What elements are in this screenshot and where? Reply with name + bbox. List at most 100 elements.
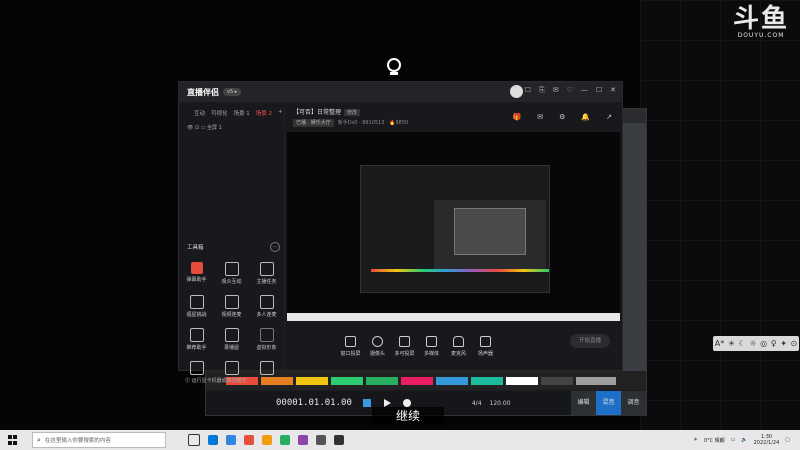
overlay-tool-1[interactable]: ☀ xyxy=(728,339,735,348)
tool-extra-1[interactable] xyxy=(179,361,214,377)
daw-bpm[interactable]: 120.00 xyxy=(490,400,511,407)
tool-recommend[interactable]: 推荐助手 xyxy=(179,328,214,351)
search-placeholder: 在这里输入你要搜索的内容 xyxy=(44,438,111,444)
windows-start-icon[interactable] xyxy=(8,435,18,445)
notification-icon[interactable]: ▢ xyxy=(785,437,790,443)
copy-icon[interactable]: ⎘ xyxy=(539,86,545,95)
toolbox-more-button[interactable]: ··· xyxy=(270,242,280,252)
room-meta: 已播 · 娱乐大厅 新手Dz0 · 8810513 · 🔥8850 xyxy=(293,119,408,127)
overlay-tool-5[interactable]: ♀ xyxy=(771,339,777,348)
nested-track-colors xyxy=(371,269,549,272)
game-icon xyxy=(189,361,204,375)
track-chip[interactable] xyxy=(296,377,328,385)
speaker-button[interactable]: 扬声器 xyxy=(472,335,499,357)
track-chip[interactable] xyxy=(401,377,433,385)
tool-task[interactable]: 主播任务 xyxy=(249,262,284,285)
overlay-tool-0[interactable]: A* xyxy=(715,339,724,348)
folder-icon[interactable] xyxy=(262,435,272,445)
category-chip[interactable]: 已播 · 娱乐大厅 xyxy=(293,119,334,127)
toolbox-grid: 弹幕助手 观众互动 主播任务 福星挑战 视频连麦 多人连麦 推荐助手 录播屋 虚… xyxy=(179,262,284,377)
clock[interactable]: 1:30 2022/1/24 xyxy=(754,434,780,446)
daw-tab-tune[interactable]: 调音 xyxy=(621,391,646,415)
overlay-tool-7[interactable]: ⊙ xyxy=(791,339,798,348)
notice-text[interactable]: ⓵ 运行显卡机器或推流模式 xyxy=(185,377,247,384)
header-icons: 🎁 ✉ ⚙ 🔔 ↗ xyxy=(513,113,612,121)
volume-icon[interactable]: 🔈 xyxy=(741,437,747,443)
user-icon xyxy=(224,262,239,276)
phone-cast-button[interactable]: 多可投屏 xyxy=(391,335,418,357)
screen-icon[interactable]: ☐ xyxy=(525,86,531,95)
window-capture-button[interactable]: 窗口投屏 xyxy=(337,335,364,357)
btool-label: 多可投屏 xyxy=(394,350,415,357)
stream-preview[interactable] xyxy=(287,132,620,314)
bell-icon[interactable]: 🔔 xyxy=(581,113,590,121)
task-view-icon[interactable] xyxy=(188,434,200,446)
toolbox-title: 工具箱 xyxy=(187,245,204,251)
ie-icon[interactable] xyxy=(226,435,236,445)
track-chip[interactable] xyxy=(331,377,363,385)
camera-icon xyxy=(259,361,274,375)
tab-interact[interactable]: 互动 xyxy=(194,109,205,117)
version-badge[interactable]: v5 ▸ xyxy=(223,88,242,96)
app-icon-green[interactable] xyxy=(280,435,290,445)
overlay-tool-2[interactable]: ☾ xyxy=(739,339,746,348)
btool-label: 窗口投屏 xyxy=(340,350,361,357)
stop-icon[interactable] xyxy=(362,398,372,408)
gift-icon[interactable]: 🎁 xyxy=(513,113,522,121)
track-chip[interactable] xyxy=(576,377,616,385)
heart-icon[interactable]: ♡ xyxy=(567,86,573,95)
tool-video-link[interactable]: 视频连麦 xyxy=(214,295,249,318)
tool-label: 观众互动 xyxy=(221,279,242,285)
tool-label: 弹幕助手 xyxy=(186,277,207,283)
track-chip[interactable] xyxy=(366,377,398,385)
add-scene-button[interactable]: + xyxy=(278,109,283,117)
daw-tab-mix[interactable]: 混音 xyxy=(596,391,621,415)
minimize-icon[interactable]: — xyxy=(581,86,588,95)
tool-record[interactable]: 录播屋 xyxy=(214,328,249,351)
mic-button[interactable]: 麦克风 xyxy=(445,335,472,357)
overlay-toolbar[interactable]: A* ☀ ☾ ☼ ◎ ♀ ✦ ⊙ xyxy=(713,336,799,351)
daw-tab-edit[interactable]: 编辑 xyxy=(571,391,596,415)
network-icon[interactable]: ▭ xyxy=(731,437,736,443)
overlay-tool-4[interactable]: ◎ xyxy=(760,339,767,348)
tab-scene-2[interactable]: 场景 2 xyxy=(256,109,272,117)
tool-extra-3[interactable] xyxy=(249,361,284,377)
maximize-icon[interactable]: ☐ xyxy=(596,86,602,95)
daw-mixer-panel[interactable] xyxy=(621,123,646,373)
track-chip[interactable] xyxy=(261,377,293,385)
close-icon[interactable]: ✕ xyxy=(610,86,616,95)
edge-icon[interactable] xyxy=(208,435,218,445)
avatar[interactable] xyxy=(510,85,523,98)
tool-multi-link[interactable]: 多人连麦 xyxy=(249,295,284,318)
tool-challenge[interactable]: 福星挑战 xyxy=(179,295,214,318)
overlay-tool-6[interactable]: ✦ xyxy=(780,339,787,348)
tool-avatar[interactable]: 虚拟形象 xyxy=(249,328,284,351)
media-button[interactable]: 多媒体 xyxy=(418,335,445,357)
camera-button[interactable]: 摄像头 xyxy=(364,335,391,357)
track-chip[interactable] xyxy=(506,377,538,385)
edit-title-button[interactable]: 修改 xyxy=(344,109,361,116)
message-icon[interactable]: ✉ xyxy=(537,113,543,121)
weather-text[interactable]: 0°C 晴朗 xyxy=(704,437,725,444)
source-item[interactable]: 👁 ⊡ ▭ 全屏 1 xyxy=(179,117,284,131)
room-title[interactable]: 【可否】日常整理 修改 xyxy=(293,107,361,116)
track-chip[interactable] xyxy=(541,377,573,385)
overlay-tool-3[interactable]: ☼ xyxy=(749,339,756,348)
weather-icon[interactable]: ☀ xyxy=(693,437,697,443)
tab-visual[interactable]: 可视化 xyxy=(211,109,228,117)
douyu-app-icon[interactable] xyxy=(334,435,344,445)
share-icon[interactable]: ↗ xyxy=(606,113,612,121)
app-icon-gray[interactable] xyxy=(316,435,326,445)
start-live-button[interactable]: 开始直播 xyxy=(570,334,610,348)
track-chip[interactable] xyxy=(471,377,503,385)
mail-icon[interactable]: ✉ xyxy=(553,86,559,95)
tool-extra-2[interactable] xyxy=(214,361,249,377)
settings-icon[interactable]: ⚙ xyxy=(559,113,565,121)
track-chip[interactable] xyxy=(436,377,468,385)
tool-audience[interactable]: 观众互动 xyxy=(214,262,249,285)
tab-scene-1[interactable]: 场景 1 xyxy=(234,109,250,117)
office-icon[interactable] xyxy=(244,435,254,445)
app-icon-purple[interactable] xyxy=(298,435,308,445)
taskbar-search[interactable]: ⌕ 在这里输入你要搜索的内容 xyxy=(32,432,166,448)
tool-danmu[interactable]: 弹幕助手 xyxy=(179,262,214,285)
